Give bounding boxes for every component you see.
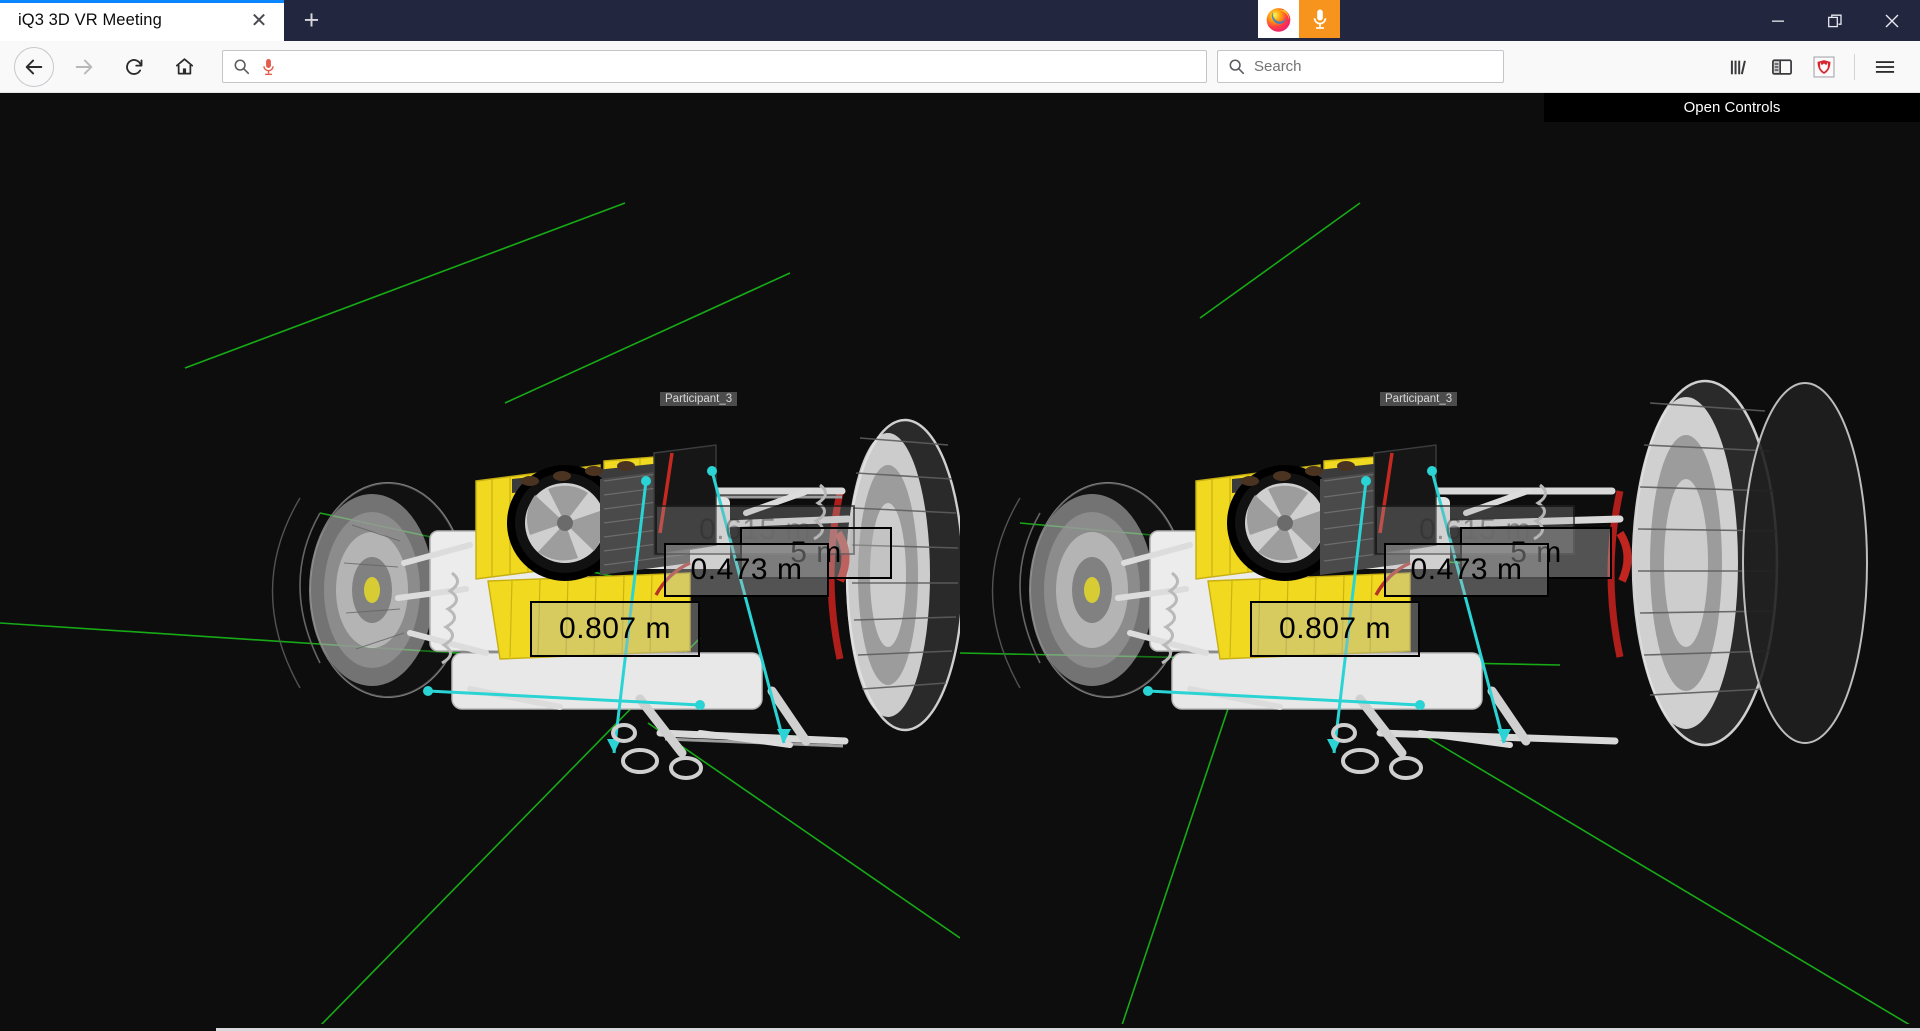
tab-title: iQ3 3D VR Meeting <box>18 11 244 30</box>
titlebar-drag-area <box>339 0 1749 41</box>
window-titlebar: iQ3 3D VR Meeting ✕ + <box>0 0 1920 41</box>
search-input[interactable] <box>1245 58 1493 75</box>
measurement-label-0807: 0.807 m <box>530 601 700 657</box>
minimize-button[interactable] <box>1749 0 1806 41</box>
shield-badge-icon[interactable] <box>1803 47 1845 87</box>
address-bar[interactable] <box>222 50 1207 83</box>
search-bar[interactable] <box>1217 50 1504 83</box>
measurement-label-0807-right: 0.807 m <box>1250 601 1420 657</box>
left-eye-view: Participant_3 0.615 m 5 m 0.473 m 0.807 … <box>0 93 960 1031</box>
toolbar-right-group <box>1719 47 1906 87</box>
forward-arrow-icon[interactable] <box>64 47 104 87</box>
reload-icon[interactable] <box>114 47 154 87</box>
navigation-toolbar <box>0 41 1920 93</box>
measurement-label-0473: 0.473 m <box>664 543 829 597</box>
tab-strip: iQ3 3D VR Meeting ✕ + <box>0 0 339 41</box>
sidebar-icon[interactable] <box>1761 47 1803 87</box>
back-arrow-icon[interactable] <box>14 47 54 87</box>
participant-nametag-right: Participant_3 <box>1380 392 1457 406</box>
search-icon <box>1228 58 1245 75</box>
measurement-label-0473-right: 0.473 m <box>1384 543 1549 597</box>
vr-stereo-stage: Participant_3 0.615 m 5 m 0.473 m 0.807 … <box>0 93 1920 1031</box>
right-eye-view: Participant_3 0.615 m 5 m 0.473 m 0.807 … <box>960 93 1920 1031</box>
tab-active[interactable]: iQ3 3D VR Meeting ✕ <box>0 0 284 41</box>
toolbar-separator <box>1854 54 1855 80</box>
microphone-icon <box>1299 0 1340 38</box>
new-tab-button[interactable]: + <box>284 0 339 41</box>
search-icon <box>233 58 250 75</box>
close-button[interactable] <box>1863 0 1920 41</box>
os-recording-indicator <box>1258 0 1340 38</box>
tab-close-icon[interactable]: ✕ <box>244 6 274 36</box>
window-controls <box>1749 0 1920 41</box>
open-controls-button[interactable]: Open Controls <box>1544 93 1920 122</box>
restore-button[interactable] <box>1806 0 1863 41</box>
firefox-logo-icon <box>1258 0 1299 38</box>
bottom-strip <box>0 1024 1920 1031</box>
participant-nametag: Participant_3 <box>660 392 737 406</box>
microphone-icon <box>262 58 275 76</box>
library-icon[interactable] <box>1719 47 1761 87</box>
home-icon[interactable] <box>164 47 204 87</box>
hamburger-menu-icon[interactable] <box>1864 47 1906 87</box>
vr-content-area: Open Controls <box>0 93 1920 1031</box>
